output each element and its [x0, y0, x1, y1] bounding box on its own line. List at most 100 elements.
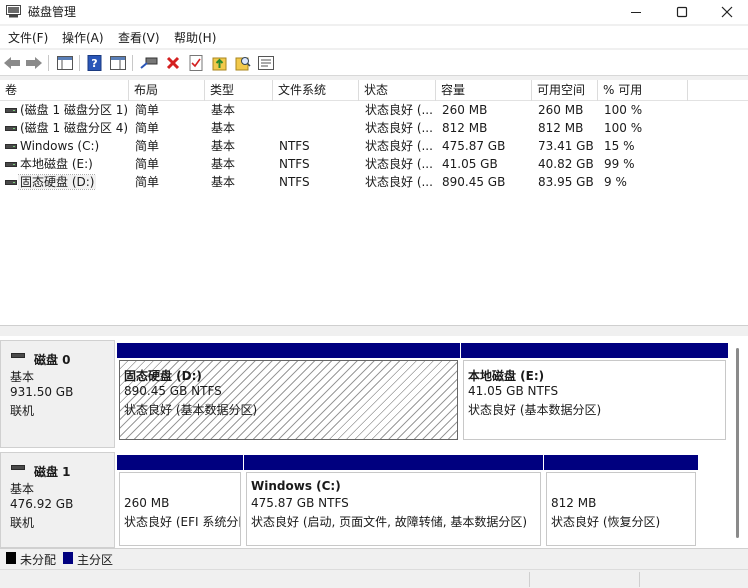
- disk-icon: [11, 465, 25, 470]
- volume-icon: [5, 144, 17, 149]
- col-filesystem[interactable]: 文件系统: [273, 80, 359, 101]
- connect-disk-icon: [140, 57, 158, 69]
- col-type[interactable]: 类型: [205, 80, 273, 101]
- search-button[interactable]: [233, 53, 253, 73]
- forward-button[interactable]: [24, 53, 44, 73]
- view-properties-button[interactable]: [108, 53, 128, 73]
- partition-size: 260 MB: [124, 496, 170, 510]
- toolbar: ?: [0, 50, 748, 76]
- maximize-button[interactable]: [659, 0, 705, 24]
- status-bar: [0, 569, 748, 588]
- primary-partition-bar: [117, 455, 243, 470]
- properties-button[interactable]: [256, 53, 276, 73]
- volume-icon: [5, 108, 17, 113]
- volume-list-header: 卷 布局 类型 文件系统 状态 容量 可用空间 % 可用: [0, 80, 748, 101]
- disk-status: 联机: [10, 404, 35, 418]
- back-button[interactable]: [2, 53, 22, 73]
- table-row[interactable]: 本地磁盘 (E:) 简单 基本 NTFS 状态良好 (... 41.05 GB …: [0, 155, 748, 173]
- col-status[interactable]: 状态: [359, 80, 436, 101]
- primary-partition-bar: [461, 343, 728, 358]
- table-row[interactable]: 固态硬盘 (D:) 简单 基本 NTFS 状态良好 (... 890.45 GB…: [0, 173, 748, 191]
- volume-icon: [5, 162, 17, 167]
- disk-icon: [11, 353, 25, 358]
- close-button[interactable]: [704, 0, 748, 24]
- maximize-icon: [676, 6, 688, 18]
- disk-type: 基本: [10, 482, 35, 496]
- partition-size: 41.05 GB NTFS: [468, 384, 559, 398]
- partition-title: 本地磁盘 (E:): [468, 369, 545, 383]
- delete-icon: [166, 56, 180, 70]
- minimize-button[interactable]: [613, 0, 659, 24]
- delete-button[interactable]: [163, 53, 183, 73]
- window-title: 磁盘管理: [28, 5, 77, 19]
- table-row[interactable]: (磁盘 1 磁盘分区 4) 简单 基本 状态良好 (... 812 MB 812…: [0, 119, 748, 137]
- disk-size: 931.50 GB: [10, 385, 74, 399]
- disk-map: 磁盘 0 基本 931.50 GB 联机 固态硬盘 (D:) 890.45 GB…: [0, 336, 748, 548]
- disk-size: 476.92 GB: [10, 497, 74, 511]
- partition-recovery[interactable]: 812 MB 状态良好 (恢复分区): [544, 455, 698, 548]
- col-volume[interactable]: 卷: [0, 80, 129, 101]
- partition-status: 状态良好 (恢复分区): [551, 515, 661, 529]
- legend-unallocated: 未分配: [20, 553, 57, 567]
- console-view-icon: [57, 56, 73, 70]
- back-arrow-icon: [4, 57, 20, 69]
- title-bar: 磁盘管理: [0, 0, 748, 24]
- disk-0-label[interactable]: 磁盘 0 基本 931.50 GB 联机: [0, 340, 115, 448]
- menu-bar: 文件(F) 操作(A) 查看(V) 帮助(H): [0, 26, 748, 48]
- partition-size: 475.87 GB NTFS: [251, 496, 349, 510]
- table-row[interactable]: Windows (C:) 简单 基本 NTFS 状态良好 (... 475.87…: [0, 137, 748, 155]
- forward-arrow-icon: [26, 57, 42, 69]
- primary-partition-swatch: [63, 552, 73, 564]
- check-button[interactable]: [186, 53, 206, 73]
- disk-type: 基本: [10, 370, 35, 384]
- col-percent-free[interactable]: % 可用: [598, 80, 688, 101]
- col-layout[interactable]: 布局: [129, 80, 205, 101]
- menu-file[interactable]: 文件(F): [8, 29, 48, 46]
- close-icon: [721, 6, 733, 18]
- unallocated-swatch: [6, 552, 16, 564]
- disk-management-icon: [6, 5, 21, 18]
- menu-help[interactable]: 帮助(H): [174, 29, 216, 46]
- volume-icon: [5, 126, 17, 131]
- partition-status: 状态良好 (基本数据分区): [468, 403, 602, 417]
- volume-list: 卷 布局 类型 文件系统 状态 容量 可用空间 % 可用 (磁盘 1 磁盘分区 …: [0, 80, 748, 325]
- partition-size: 890.45 GB NTFS: [124, 384, 222, 398]
- properties-view-icon: [110, 56, 126, 70]
- partition-title: Windows (C:): [251, 479, 341, 493]
- partition-title: 固态硬盘 (D:): [124, 369, 202, 383]
- search-icon: [235, 57, 251, 71]
- primary-partition-bar: [244, 455, 543, 470]
- partition-e[interactable]: 本地磁盘 (E:) 41.05 GB NTFS 状态良好 (基本数据分区): [461, 343, 728, 442]
- disk-status: 联机: [10, 516, 35, 530]
- partition-c[interactable]: Windows (C:) 475.87 GB NTFS 状态良好 (启动, 页面…: [244, 455, 543, 548]
- partition-size: 812 MB: [551, 496, 597, 510]
- disk-1-label[interactable]: 磁盘 1 基本 476.92 GB 联机: [0, 452, 115, 548]
- partition-status: 状态良好 (基本数据分区): [124, 403, 258, 417]
- help-icon: ?: [87, 55, 102, 71]
- primary-partition-bar: [544, 455, 698, 470]
- table-row[interactable]: (磁盘 1 磁盘分区 1) 简单 基本 状态良好 (... 260 MB 260…: [0, 101, 748, 119]
- pane-splitter[interactable]: [0, 325, 748, 335]
- partition-status: 状态良好 (启动, 页面文件, 故障转储, 基本数据分区): [251, 515, 528, 529]
- legend-primary: 主分区: [77, 553, 114, 567]
- primary-partition-bar: [117, 343, 460, 358]
- partition-status: 状态良好 (EFI 系统分区): [124, 515, 240, 529]
- partition-efi[interactable]: 260 MB 状态良好 (EFI 系统分区): [117, 455, 243, 548]
- col-capacity[interactable]: 容量: [436, 80, 532, 101]
- col-free-space[interactable]: 可用空间: [532, 80, 598, 101]
- disk-name: 磁盘 0: [34, 353, 71, 367]
- help-button[interactable]: ?: [85, 53, 105, 73]
- properties-icon: [258, 56, 274, 70]
- legend: 未分配 主分区: [0, 548, 748, 568]
- export-icon: [212, 57, 227, 71]
- menu-action[interactable]: 操作(A): [62, 29, 104, 46]
- minimize-icon: [631, 12, 641, 13]
- volume-icon: [5, 180, 17, 185]
- disk-map-scrollbar[interactable]: [736, 348, 739, 538]
- menu-view[interactable]: 查看(V): [118, 29, 160, 46]
- check-icon: [189, 55, 203, 71]
- export-button[interactable]: [210, 53, 230, 73]
- connect-button[interactable]: [139, 53, 159, 73]
- console-tree-button[interactable]: [55, 53, 75, 73]
- partition-d[interactable]: 固态硬盘 (D:) 890.45 GB NTFS 状态良好 (基本数据分区): [117, 343, 460, 442]
